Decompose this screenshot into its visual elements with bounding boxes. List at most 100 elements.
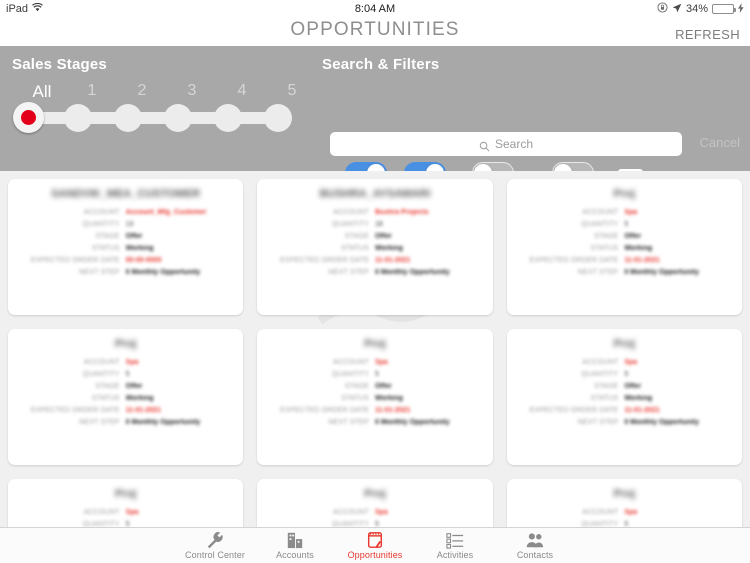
opportunity-card-title: Proj — [613, 338, 636, 350]
opportunity-field-row: QUANTITY 5 — [519, 370, 730, 379]
field-value: Offer — [624, 233, 642, 240]
field-label: ACCOUNT — [332, 209, 369, 216]
opportunity-card[interactable]: ProjACCOUNTSpaQUANTITY5STAGEOfferSTATUSW… — [506, 179, 742, 315]
search-placeholder: Search — [494, 137, 534, 151]
opportunity-card[interactable]: ProjACCOUNTSpaQUANTITY5STAGEOfferSTATUSW… — [506, 479, 742, 527]
tab-bar: Control Center Accounts Opportunities Activ… — [0, 527, 750, 563]
location-arrow-icon — [672, 3, 682, 16]
tab-contacts[interactable]: Contacts — [495, 531, 575, 560]
opportunity-card[interactable]: ProjACCOUNTSpaQUANTITY5STAGEOfferSTATUSW… — [257, 329, 493, 465]
opportunity-field-row: STAGE Offer — [20, 382, 231, 391]
checklist-icon — [445, 531, 465, 549]
opportunity-card-fields: ACCOUNTSpaQUANTITY5STAGEOfferSTATUSWorki… — [269, 508, 480, 527]
opportunity-field-row: STAGE Offer — [269, 232, 480, 241]
opportunity-card-title: Proj — [613, 188, 636, 200]
field-value: Bushra Projects — [374, 209, 429, 216]
stage-node-5[interactable] — [264, 104, 292, 132]
opportunity-card[interactable]: BUSHRA_AYSAWARI ACCOUNT Bushra Projects QUA… — [257, 179, 493, 315]
field-value: Offer — [374, 383, 392, 390]
opportunity-card[interactable]: ProjACCOUNTSpaQUANTITY5STAGEOfferSTATUSW… — [8, 479, 244, 527]
search-filters-title: Search & Filters — [322, 56, 440, 73]
opportunity-field-row: EXPECTED ORDER DATE 11-01-2021 — [519, 256, 730, 265]
field-value: Spa — [374, 509, 388, 516]
field-label: STATUS — [590, 395, 619, 402]
stage-node-all[interactable] — [13, 102, 44, 133]
stage-node-4[interactable] — [214, 104, 242, 132]
tab-label-control-center: Control Center — [185, 550, 245, 560]
opportunity-field-row: ACCOUNT Spa — [20, 358, 231, 367]
refresh-button[interactable]: REFRESH — [675, 27, 740, 42]
opportunity-field-row: STATUS Working — [269, 394, 480, 403]
opportunity-field-row: STATUS Working — [20, 394, 231, 403]
field-label: NEXT STEP — [577, 419, 619, 426]
opportunity-field-row: NEXT STEP 0 Monthly Opportunity — [269, 268, 480, 277]
opportunity-field-row: EXPECTED ORDER DATE 11-01-2021 — [20, 406, 231, 415]
opportunity-grid: SANDVIK_MEA_CUSTOMER ACCOUNT Account_Mfg_C… — [0, 171, 750, 527]
field-value: 5 — [624, 371, 629, 378]
field-label: ACCOUNT — [83, 359, 120, 366]
opportunity-field-row: QUANTITY 5 — [519, 220, 730, 229]
opportunity-field-row: ACCOUNT Spa — [519, 208, 730, 217]
field-label: STAGE — [344, 383, 369, 390]
stage-label-all[interactable]: All — [22, 82, 62, 102]
notepad-icon — [365, 531, 385, 549]
field-label: NEXT STEP — [328, 269, 369, 276]
field-value: 0 Monthly Opportunity — [125, 419, 201, 426]
rotation-lock-icon — [657, 2, 668, 16]
stage-label-5[interactable]: 5 — [272, 82, 312, 100]
search-icon — [479, 139, 490, 151]
opportunity-card-fields: ACCOUNT Account_Mfg_Customer QUANTITY 13 STA… — [20, 208, 231, 277]
sales-stages-stepper[interactable]: All 1 2 3 4 5 — [13, 82, 297, 142]
opportunity-card-title: Proj — [613, 488, 636, 500]
opportunity-card[interactable]: ProjACCOUNTSpaQUANTITY5STAGEOfferSTATUSW… — [257, 479, 493, 527]
stage-label-1[interactable]: 1 — [72, 82, 112, 100]
opportunity-field-row: STATUS Working — [20, 244, 231, 253]
stage-node-1[interactable] — [64, 104, 92, 132]
opportunity-card-title: SANDVIK_MEA_CUSTOMER — [51, 188, 201, 200]
field-value: Working — [374, 245, 403, 252]
tab-control-center[interactable]: Control Center — [175, 531, 255, 560]
field-value: 0 Monthly Opportunity — [624, 419, 699, 426]
tab-activities[interactable]: Activities — [415, 531, 495, 560]
field-label: QUANTITY — [82, 371, 120, 378]
field-label: STATUS — [590, 245, 619, 252]
field-label: STATUS — [341, 395, 369, 402]
opportunity-card[interactable]: ProjACCOUNTSpaQUANTITY5STAGEOfferSTATUSW… — [8, 329, 244, 465]
field-value: Offer — [125, 383, 143, 390]
stage-label-4[interactable]: 4 — [222, 82, 262, 100]
field-value: 0 Monthly Opportunity — [125, 269, 201, 276]
field-value: Offer — [624, 383, 642, 390]
opportunity-field-row: ACCOUNT Spa — [20, 508, 231, 517]
tab-accounts[interactable]: Accounts — [255, 531, 335, 560]
opportunity-card[interactable]: SANDVIK_MEA_CUSTOMER ACCOUNT Account_Mfg_C… — [8, 179, 244, 315]
field-label: EXPECTED ORDER DATE — [30, 407, 120, 414]
opportunity-field-row: STAGE Offer — [269, 382, 480, 391]
opportunity-field-row: EXPECTED ORDER DATE 11-01-2021 — [269, 256, 480, 265]
opportunity-field-row: ACCOUNT Bushra Projects — [269, 208, 480, 217]
stage-label-3[interactable]: 3 — [172, 82, 212, 100]
search-input[interactable]: Search — [330, 132, 682, 156]
opportunity-field-row: QUANTITY 5 — [519, 520, 730, 527]
opportunity-field-row: QUANTITY 5 — [20, 520, 231, 527]
field-label: STAGE — [344, 233, 369, 240]
field-value: Spa — [125, 359, 139, 366]
tab-label-opportunities: Opportunities — [347, 550, 403, 560]
opportunity-field-row: STAGE Offer — [519, 232, 730, 241]
stage-node-2[interactable] — [114, 104, 142, 132]
search-cancel-button[interactable]: Cancel — [700, 135, 740, 150]
field-value: Offer — [125, 233, 143, 240]
sales-stages-title: Sales Stages — [12, 56, 107, 73]
field-label: NEXT STEP — [79, 419, 120, 426]
stage-label-2[interactable]: 2 — [122, 82, 162, 100]
field-label: STAGE — [95, 383, 120, 390]
opportunity-card[interactable]: ProjACCOUNTSpaQUANTITY5STAGEOfferSTATUSW… — [506, 329, 742, 465]
opportunity-field-row: ACCOUNT Spa — [269, 358, 480, 367]
stage-node-3[interactable] — [164, 104, 192, 132]
tab-opportunities[interactable]: Opportunities — [335, 531, 415, 560]
opportunity-card-area[interactable]: SANDVIK_MEA_CUSTOMER ACCOUNT Account_Mfg_C… — [0, 171, 750, 527]
field-value: 18 — [374, 221, 383, 228]
filter-panel: Sales Stages Search & Filters All 1 2 3 4 5 S… — [0, 46, 750, 199]
stage-labels: All 1 2 3 4 5 — [14, 82, 297, 102]
opportunity-field-row: NEXT STEP 0 Monthly Opportunity — [519, 418, 730, 427]
field-label: NEXT STEP — [577, 269, 619, 276]
